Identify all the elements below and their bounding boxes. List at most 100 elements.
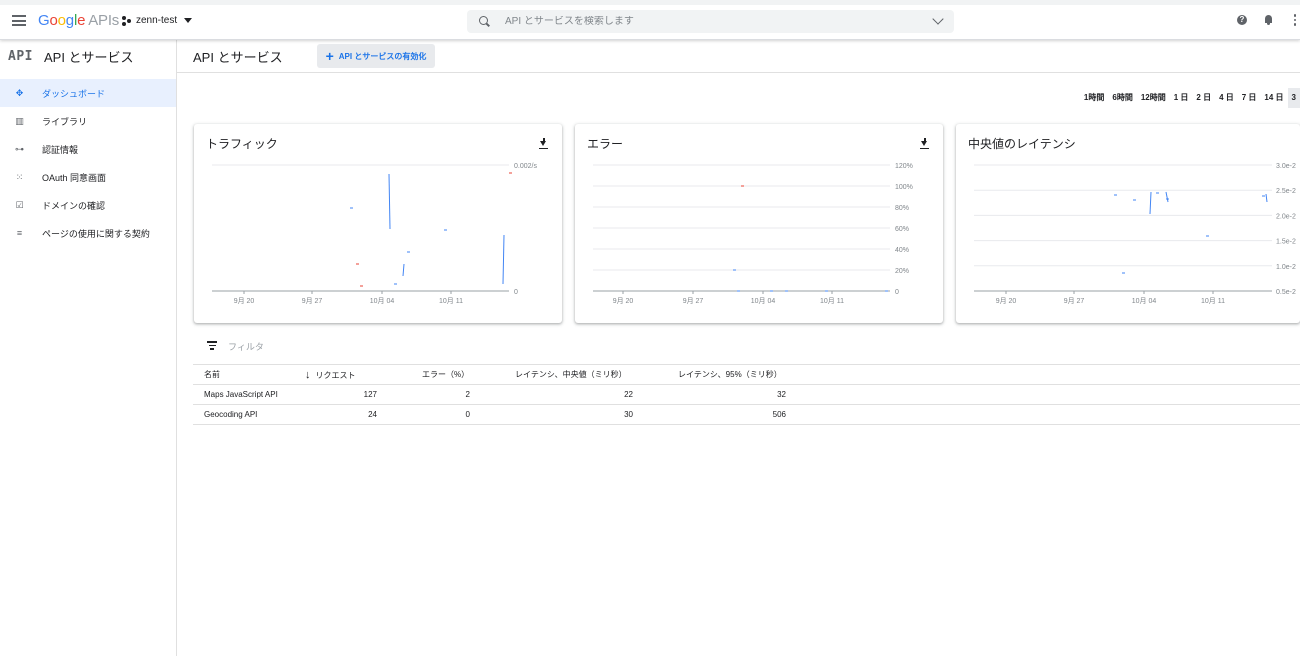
project-selector[interactable]: zenn-test — [122, 15, 193, 26]
project-icon — [122, 15, 132, 26]
cell-spacer — [786, 384, 1300, 405]
y-tick-label: 120% — [895, 163, 913, 170]
sidebar: API API とサービス ✥ ダッシュボード ▥ ライブラリ ⊶ 認証情報 ⁙… — [0, 40, 177, 656]
time-range-1h[interactable]: 1時間 — [1080, 88, 1108, 108]
agreement-icon: ≡ — [16, 228, 23, 238]
errors-chart-card: 120% 100% 80% 60% 40% 20% 0 9月 20 9月 27 10月 04 10月… — [575, 124, 943, 323]
y-tick-label: 2.0e-2 — [1276, 213, 1296, 220]
sidebar-item-label: ライブラリ — [42, 116, 88, 127]
cell-requests: 127 — [305, 384, 377, 405]
time-range-7d[interactable]: 7 日 — [1238, 88, 1261, 108]
search-icon — [479, 15, 491, 28]
menu-icon[interactable] — [12, 15, 26, 26]
chevron-down-icon[interactable] — [932, 13, 944, 25]
y-tick-label: 1.0e-2 — [1276, 264, 1296, 271]
sidebar-item-dashboard[interactable]: ✥ ダッシュボード — [0, 79, 176, 107]
cell-latency-median: 30 — [470, 404, 633, 425]
chart-title: トラフィック — [206, 137, 278, 151]
sidebar-item-label: ページの使用に関する契約 — [42, 228, 150, 239]
sidebar-item-domain-verification[interactable]: ☑ ドメインの確認 — [0, 191, 176, 219]
x-tick-label: 10月 11 — [439, 297, 463, 305]
logo-apis-text: APIs — [88, 12, 120, 29]
time-range-6h[interactable]: 6時間 — [1108, 88, 1136, 108]
table-row[interactable]: Maps JavaScript API 127 2 22 32 — [193, 384, 1300, 405]
traffic-chart-card: 0.002/s 0 9月 20 9月 27 10月 04 10月 11 トラフィック — [194, 124, 562, 323]
search-bar[interactable] — [467, 10, 954, 33]
time-range-30d[interactable]: 3 — [1287, 88, 1300, 108]
sidebar-item-label: OAuth 同意画面 — [42, 172, 107, 183]
cell-name[interactable]: Geocoding API — [193, 404, 305, 425]
col-spacer — [786, 364, 1300, 385]
sidebar-item-label: ドメインの確認 — [42, 200, 106, 211]
latency-chart-card: 3.0e-2 2.5e-2 2.0e-2 1.5e-2 1.0e-2 0.5e-2 9月 2… — [956, 124, 1300, 323]
api-table: 名前 ↓ リクエスト エラー（%） レイテンシ、中央値（ミリ秒） レイテンシ、95… — [193, 364, 1300, 425]
sidebar-item-label: ダッシュボード — [42, 88, 106, 99]
col-requests-label: リクエスト — [315, 370, 356, 380]
y-tick-label: 40% — [895, 247, 909, 254]
chart-title: エラー — [587, 137, 624, 151]
sidebar-item-page-usage-agreements[interactable]: ≡ ページの使用に関する契約 — [0, 219, 176, 247]
x-tick-label: 9月 20 — [234, 297, 255, 305]
project-name: zenn-test — [136, 15, 178, 26]
download-icon[interactable] — [920, 138, 929, 149]
y-tick-label: 1.5e-2 — [1276, 239, 1296, 246]
caret-down-icon — [184, 18, 193, 23]
sidebar-item-oauth-consent[interactable]: ⁙ OAuth 同意画面 — [0, 163, 176, 191]
key-icon: ⊶ — [15, 143, 24, 154]
page-header: API とサービス + API とサービスの有効化 — [177, 40, 1300, 73]
time-range-14d[interactable]: 14 日 — [1260, 88, 1287, 108]
more-vert-icon[interactable] — [1290, 14, 1300, 26]
cell-errors: 0 — [377, 404, 470, 425]
search-input[interactable] — [505, 16, 905, 27]
col-latency-95[interactable]: レイテンシ、95%（ミリ秒） — [633, 364, 786, 385]
consent-icon: ⁙ — [15, 171, 24, 182]
table-row[interactable]: Geocoding API 24 0 30 506 — [193, 404, 1300, 425]
google-apis-logo[interactable]: Google APIs — [38, 12, 119, 29]
latency-series-segment — [1165, 191, 1169, 203]
x-tick-label: 9月 27 — [683, 297, 704, 305]
col-latency-median[interactable]: レイテンシ、中央値（ミリ秒） — [470, 364, 633, 385]
help-icon[interactable]: ? — [1237, 14, 1247, 25]
y-tick-label: 80% — [895, 205, 909, 212]
y-tick-label: 0.5e-2 — [1276, 289, 1296, 296]
sidebar-item-library[interactable]: ▥ ライブラリ — [0, 107, 176, 135]
col-name[interactable]: 名前 — [193, 364, 305, 385]
x-tick-label: 9月 27 — [1064, 297, 1085, 305]
filter-icon — [207, 341, 217, 352]
y-tick-label: 60% — [895, 226, 909, 233]
library-icon: ▥ — [15, 115, 24, 126]
enable-apis-button[interactable]: + API とサービスの有効化 — [316, 44, 436, 68]
x-tick-label: 10月 11 — [820, 297, 844, 305]
sidebar-item-credentials[interactable]: ⊶ 認証情報 — [0, 135, 176, 163]
col-requests[interactable]: ↓ リクエスト — [305, 364, 377, 385]
y-tick-label: 3.0e-2 — [1276, 163, 1296, 170]
time-range-12h[interactable]: 12時間 — [1137, 88, 1170, 108]
latency-series-segment — [1265, 193, 1268, 203]
filter-placeholder: フィルタ — [228, 342, 264, 352]
sidebar-header: API API とサービス — [0, 40, 176, 73]
cell-name[interactable]: Maps JavaScript API — [193, 384, 305, 405]
y-tick-label: 20% — [895, 268, 909, 275]
errors-chart: 120% 100% 80% 60% 40% 20% 0 9月 20 9月 27 10月 04 10月… — [593, 163, 913, 305]
download-icon[interactable] — [539, 138, 548, 149]
page-title: API とサービス — [193, 49, 283, 65]
time-range-1d[interactable]: 1 日 — [1170, 88, 1193, 108]
cell-spacer — [786, 404, 1300, 425]
traffic-series-segment — [402, 263, 405, 277]
col-errors[interactable]: エラー（%） — [377, 364, 470, 385]
arrow-down-icon: ↓ — [305, 368, 311, 381]
sidebar-title: API とサービス — [43, 50, 134, 65]
enable-apis-label: API とサービスの有効化 — [338, 51, 427, 61]
latency-series-segment — [1149, 191, 1152, 215]
cell-latency-median: 22 — [470, 384, 633, 405]
y-tick-label: 0.002/s — [514, 163, 537, 170]
filter-bar[interactable]: フィルタ — [193, 340, 264, 353]
time-range-4d[interactable]: 4 日 — [1215, 88, 1238, 108]
notifications-icon[interactable] — [1264, 14, 1273, 25]
x-tick-label: 10月 11 — [1201, 297, 1225, 305]
x-tick-label: 10月 04 — [1132, 297, 1157, 305]
x-tick-label: 9月 27 — [302, 297, 323, 305]
api-logo-icon: API — [8, 49, 33, 64]
plus-icon: + — [325, 48, 334, 64]
time-range-2d[interactable]: 2 日 — [1192, 88, 1215, 108]
